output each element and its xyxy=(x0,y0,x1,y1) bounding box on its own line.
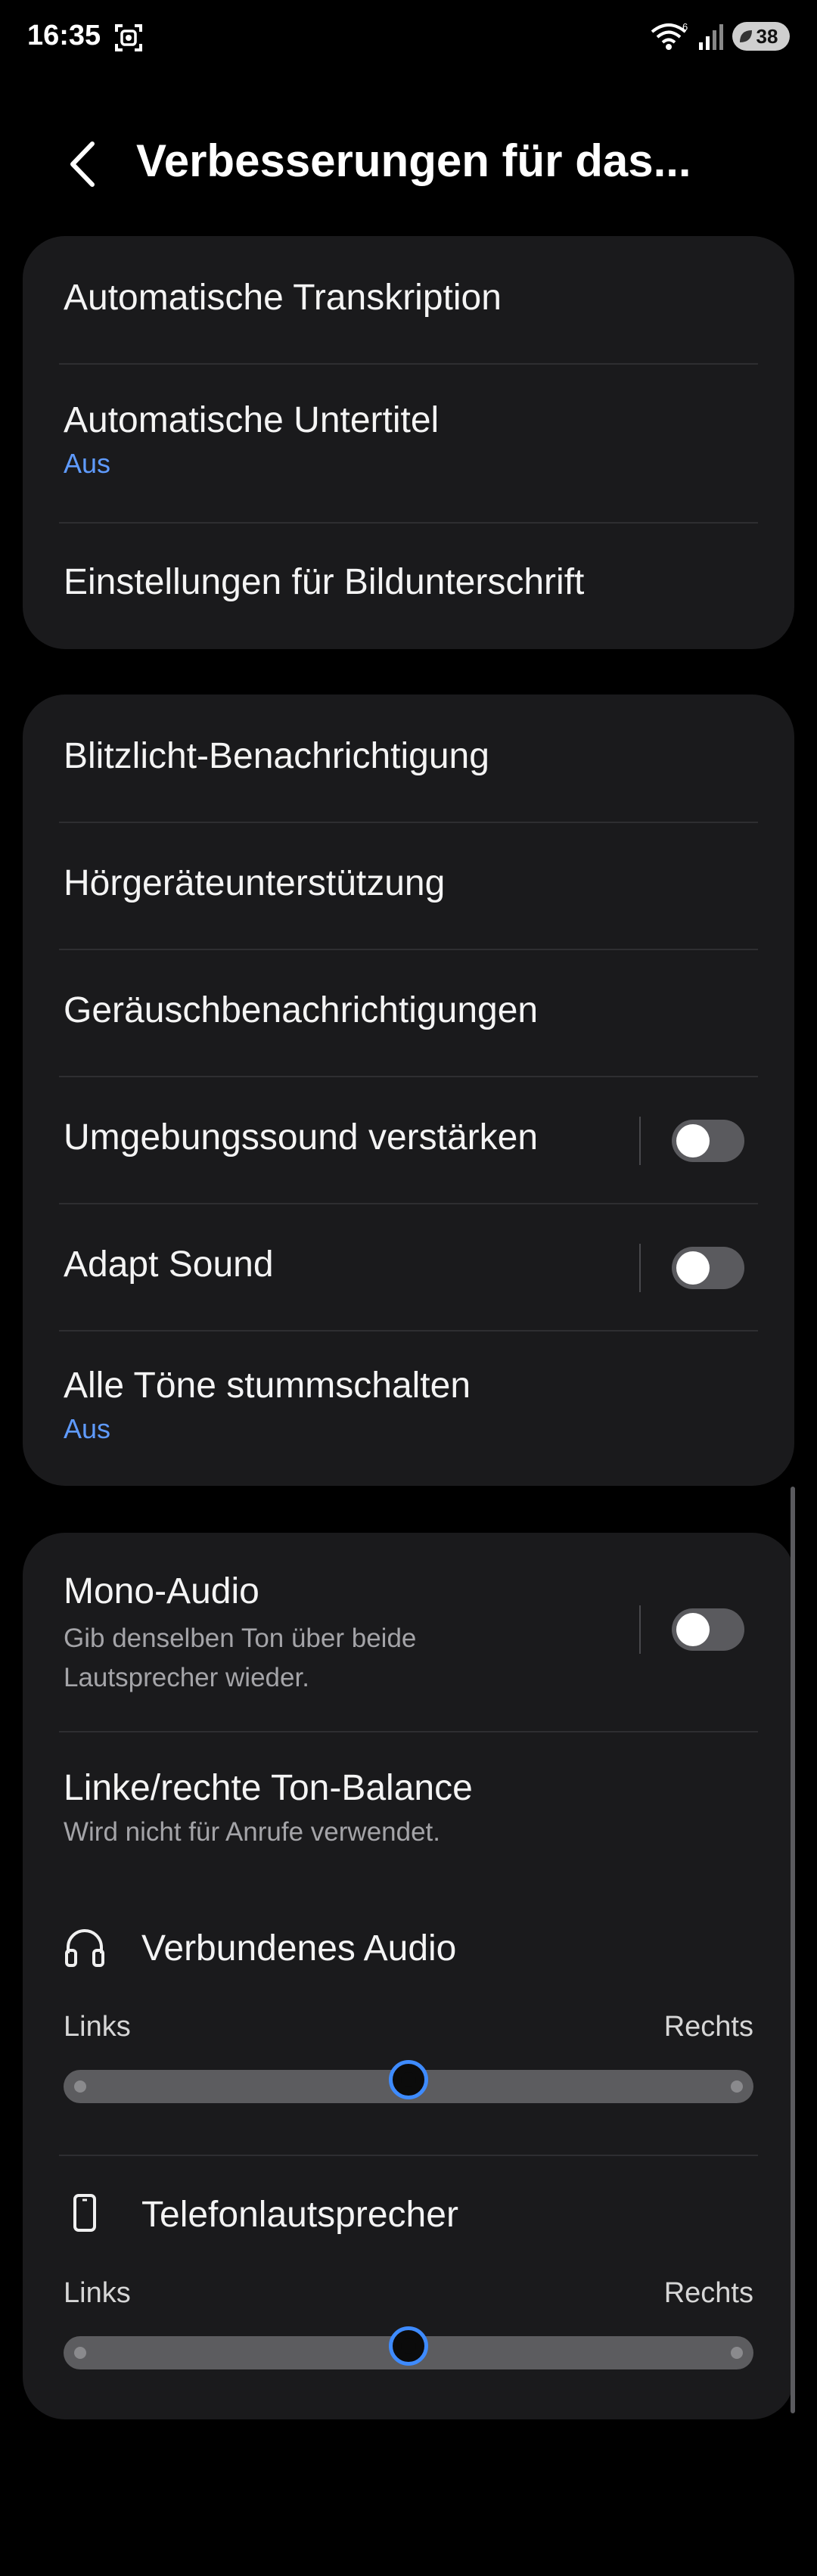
slider-left-label: Links xyxy=(64,2011,131,2043)
auto-subtitles-item[interactable]: Automatische Untertitel Aus xyxy=(23,365,794,522)
toggle-separator xyxy=(639,1117,641,1165)
item-label: Mono-Audio xyxy=(64,1571,259,1611)
divider xyxy=(59,2155,758,2156)
item-label: Automatische Untertitel xyxy=(64,400,440,440)
hearing-aid-support-item[interactable]: Hörgeräteunterstützung xyxy=(23,823,794,949)
mono-audio-item[interactable]: Mono-Audio Gib denselben Ton über beide … xyxy=(23,1533,794,1731)
audio-card: Mono-Audio Gib denselben Ton über beide … xyxy=(23,1533,794,2419)
mute-all-sounds-item[interactable]: Alle Töne stummschalten Aus xyxy=(23,1332,794,1486)
phone-speaker-balance-slider[interactable] xyxy=(64,2326,753,2369)
slider-right-end xyxy=(731,2347,743,2359)
auto-transcription-item[interactable]: Automatische Transkription xyxy=(23,236,794,363)
scrollbar[interactable] xyxy=(791,1487,795,2413)
app-header: Verbesserungen für das... xyxy=(0,121,817,204)
back-icon[interactable] xyxy=(62,138,107,191)
item-label: Alle Töne stummschalten xyxy=(64,1366,471,1406)
toggle-separator xyxy=(639,1605,641,1654)
phone-speaker-header: Telefonlautsprecher xyxy=(23,2183,794,2244)
balance-item: Linke/rechte Ton-Balance Wird nicht für … xyxy=(23,1732,794,1869)
slider-left-end xyxy=(74,2080,86,2093)
battery-level: 38 xyxy=(756,24,778,48)
adapt-sound-item[interactable]: Adapt Sound xyxy=(23,1204,794,1330)
slider-right-label: Rechts xyxy=(663,2011,753,2043)
wifi-icon: 6 xyxy=(651,21,688,50)
item-description: Wird nicht für Anrufe verwendet. xyxy=(64,1817,440,1847)
slider-right-end xyxy=(731,2080,743,2093)
slider-thumb[interactable] xyxy=(389,2326,428,2366)
status-time: 16:35 xyxy=(27,20,101,51)
connected-audio-label: Verbundenes Audio xyxy=(141,1928,457,1969)
connected-audio-header: Verbundenes Audio xyxy=(23,1917,794,1978)
item-label: Umgebungssound verstärken xyxy=(64,1117,539,1157)
item-label: Geräuschbenachrichtigungen xyxy=(64,990,539,1030)
toggle-separator xyxy=(639,1244,641,1292)
slider-right-label: Rechts xyxy=(663,2277,753,2309)
adapt-sound-toggle[interactable] xyxy=(672,1247,744,1289)
slider-thumb[interactable] xyxy=(389,2060,428,2099)
wifi-label: 6 xyxy=(682,21,688,33)
mono-audio-toggle[interactable] xyxy=(672,1608,744,1651)
phone-speaker-label: Telefonlautsprecher xyxy=(141,2195,458,2235)
item-description: Gib denselben Ton über beide Lautspreche… xyxy=(64,1624,417,1692)
signal-icon xyxy=(699,24,723,50)
slider-left-label: Links xyxy=(64,2277,131,2309)
toggle-knob xyxy=(676,1613,710,1646)
notifications-card: Blitzlicht-Benachrichtigung Hörgeräteunt… xyxy=(23,694,794,1486)
screen-record-icon xyxy=(115,24,142,51)
flash-notification-item[interactable]: Blitzlicht-Benachrichtigung xyxy=(23,694,794,822)
item-label: Linke/rechte Ton-Balance xyxy=(64,1768,473,1808)
amplify-ambient-sound-toggle[interactable] xyxy=(672,1120,744,1162)
item-label: Einstellungen für Bildunterschrift xyxy=(64,562,585,602)
connected-audio-balance-slider[interactable] xyxy=(64,2060,753,2103)
headphones-icon xyxy=(65,1929,104,1967)
slider-left-end xyxy=(74,2347,86,2359)
amplify-ambient-sound-item[interactable]: Umgebungssound verstärken xyxy=(23,1077,794,1203)
phone-icon xyxy=(73,2194,96,2232)
item-label: Automatische Transkription xyxy=(64,278,502,318)
status-text: Aus xyxy=(64,1413,111,1444)
captions-card: Automatische Transkription Automatische … xyxy=(23,236,794,649)
status-bar: 16:35 6 38 xyxy=(0,0,817,76)
status-text: Aus xyxy=(64,448,111,479)
caption-settings-item[interactable]: Einstellungen für Bildunterschrift xyxy=(23,524,794,649)
sound-notifications-item[interactable]: Geräuschbenachrichtigungen xyxy=(23,950,794,1076)
toggle-knob xyxy=(676,1124,710,1157)
page-title: Verbesserungen für das... xyxy=(136,135,691,186)
item-label: Adapt Sound xyxy=(64,1244,274,1285)
item-label: Blitzlicht-Benachrichtigung xyxy=(64,736,489,776)
battery-icon: 38 xyxy=(732,22,790,51)
item-label: Hörgeräteunterstützung xyxy=(64,863,446,903)
toggle-knob xyxy=(676,1251,710,1285)
